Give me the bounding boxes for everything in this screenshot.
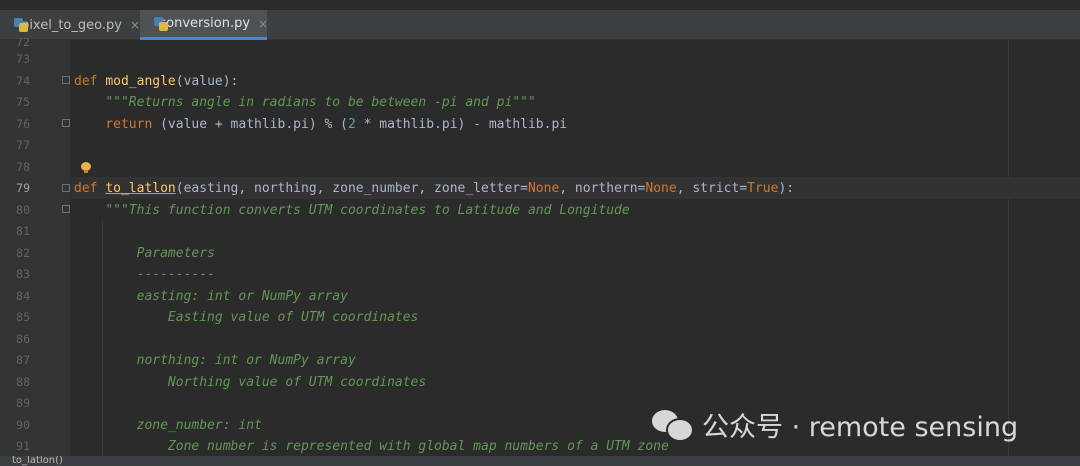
close-icon[interactable]: × bbox=[130, 18, 140, 32]
line-number: 85 bbox=[16, 310, 30, 324]
line-number: 88 bbox=[16, 374, 30, 389]
line-number: 82 bbox=[16, 245, 30, 260]
code-line[interactable]: Parameters bbox=[74, 243, 215, 265]
line-number: 87 bbox=[16, 353, 30, 367]
line-number: 90 bbox=[16, 417, 30, 432]
line-number: 83 bbox=[16, 267, 30, 281]
fold-marker-icon[interactable] bbox=[62, 184, 70, 192]
editor-tab-bar: pixel_to_geo.py × conversion.py × bbox=[0, 0, 1080, 40]
line-number: 76 bbox=[16, 116, 30, 131]
line-number: 74 bbox=[16, 73, 30, 88]
line-number: 84 bbox=[16, 288, 30, 303]
line-number: 78 bbox=[16, 159, 30, 174]
line-number: 89 bbox=[16, 396, 30, 410]
code-line[interactable]: easting: int or NumPy array bbox=[74, 286, 348, 308]
code-line[interactable]: ---------- bbox=[74, 264, 215, 286]
fold-marker-icon[interactable] bbox=[62, 76, 70, 84]
python-file-icon bbox=[14, 18, 28, 32]
line-number: 79 bbox=[16, 181, 30, 195]
line-number: 80 bbox=[16, 202, 30, 217]
code-line[interactable]: """This function converts UTM coordinate… bbox=[74, 200, 629, 222]
line-number: 72 bbox=[16, 38, 30, 48]
right-margin-guide bbox=[1008, 40, 1009, 456]
watermark: 公众号 · remote sensing bbox=[652, 404, 1018, 444]
code-line[interactable]: def mod_angle(value): bbox=[74, 71, 238, 93]
code-line[interactable]: Zone number is represented with global m… bbox=[74, 436, 669, 458]
lightbulb-icon[interactable] bbox=[81, 162, 91, 174]
tab-label: pixel_to_geo.py bbox=[21, 17, 122, 33]
watermark-text: 公众号 · remote sensing bbox=[702, 411, 1019, 443]
fold-end-icon[interactable] bbox=[62, 119, 70, 127]
line-number: 73 bbox=[16, 52, 30, 66]
tab-conversion[interactable]: conversion.py × bbox=[140, 10, 268, 40]
line-number: 81 bbox=[16, 224, 30, 238]
line-number: 86 bbox=[16, 331, 30, 346]
breadcrumb-bar: to_latlon() bbox=[0, 456, 1080, 466]
code-line[interactable]: northing: int or NumPy array bbox=[74, 350, 356, 372]
wechat-logo-icon bbox=[652, 408, 694, 442]
breadcrumb[interactable]: to_latlon() bbox=[12, 456, 63, 466]
code-line[interactable]: Easting value of UTM coordinates bbox=[74, 307, 418, 329]
tab-pixel-to-geo[interactable]: pixel_to_geo.py × bbox=[0, 10, 140, 40]
code-line[interactable]: return (value + mathlib.pi) % (2 * mathl… bbox=[74, 114, 567, 136]
close-icon[interactable]: × bbox=[258, 17, 268, 31]
line-number: 75 bbox=[16, 95, 30, 109]
line-number: 77 bbox=[16, 138, 30, 152]
line-number: 91 bbox=[16, 439, 30, 453]
code-line[interactable]: zone_number: int bbox=[74, 415, 262, 437]
tab-bar-strip bbox=[0, 0, 1080, 10]
code-line[interactable]: def to_latlon(easting, northing, zone_nu… bbox=[74, 178, 794, 200]
tab-label: conversion.py bbox=[159, 16, 251, 31]
fold-marker-icon[interactable] bbox=[62, 205, 70, 213]
code-line[interactable]: Northing value of UTM coordinates bbox=[74, 372, 426, 394]
code-line[interactable]: """Returns angle in radians to be betwee… bbox=[74, 92, 535, 114]
